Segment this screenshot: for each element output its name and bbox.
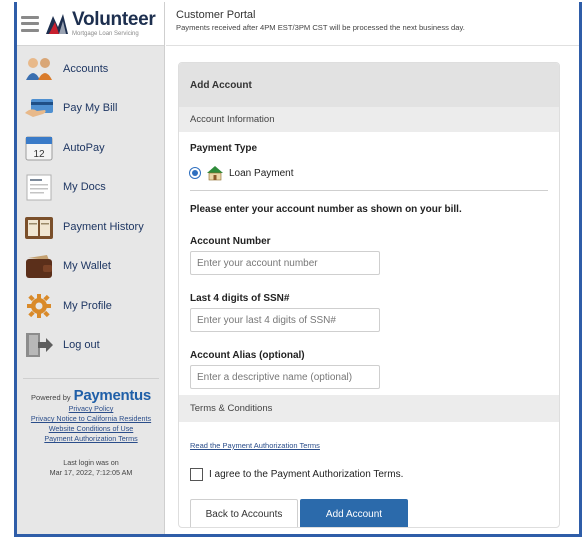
last-login: Last login was on Mar 17, 2022, 7:12:05 … [17,458,165,478]
loan-payment-label: Loan Payment [229,167,294,179]
sidebar-divider [23,378,159,379]
card-title: Add Account [179,63,559,107]
sidebar-item-label: AutoPay [63,141,105,154]
last-login-label: Last login was on [63,458,119,467]
sidebar-item-label: Payment History [63,220,144,233]
page-title: Customer Portal [176,9,256,21]
sidebar-item-label: My Profile [63,299,112,312]
home-icon [207,166,223,181]
account-number-input[interactable] [190,251,380,275]
website-conditions-link[interactable]: Website Conditions of Use [17,424,165,434]
documents-icon [26,174,52,201]
history-icon [25,216,53,239]
sidebar-item-autopay[interactable]: 12 AutoPay [17,128,164,168]
ssn-input[interactable] [190,308,380,332]
payment-terms-link[interactable]: Payment Authorization Terms [17,434,165,444]
add-account-button[interactable]: Add Account [300,499,408,527]
top-bar: Customer Portal Payments received after … [166,2,579,46]
california-privacy-link[interactable]: Privacy Notice to California Residents [17,414,165,424]
sidebar-footer: Powered by Paymentus Privacy Policy Priv… [17,378,165,478]
hamburger-menu-icon[interactable] [21,15,39,32]
sidebar: Volunteer Mortgage Loan Servicing Accoun… [17,2,165,534]
sidebar-item-label: My Wallet [63,260,111,273]
account-alias-input[interactable] [190,365,380,389]
calendar-icon: 12 [25,136,53,161]
sidebar-item-my-profile[interactable]: My Profile [17,286,164,326]
sidebar-item-label: Log out [63,339,100,352]
loan-payment-radio[interactable] [189,167,201,179]
sidebar-item-label: Accounts [63,62,109,75]
wallet-icon [26,255,52,279]
brand-header: Volunteer Mortgage Loan Servicing [17,2,164,46]
payment-notice: Payments received after 4PM EST/3PM CST … [176,23,465,32]
sidebar-item-label: My Docs [63,181,106,194]
ssn-label: Last 4 digits of SSN# [190,293,290,304]
read-terms-link[interactable]: Read the Payment Authorization Terms [190,441,320,450]
sidebar-item-payment-history[interactable]: Payment History [17,207,164,247]
payment-type-label: Payment Type [190,143,258,154]
agree-terms-label: I agree to the Payment Authorization Ter… [209,469,404,480]
powered-by-brand: Paymentus [73,387,152,404]
agree-terms-row[interactable]: I agree to the Payment Authorization Ter… [179,468,559,481]
payment-type-option[interactable]: Loan Payment [179,164,559,182]
logo-icon [46,13,68,34]
sidebar-item-pay-my-bill[interactable]: Pay My Bill [17,89,164,129]
pay-bill-icon [25,99,53,118]
sidebar-item-log-out[interactable]: Log out [17,326,164,366]
brand-name: Volunteer [72,9,156,30]
privacy-policy-link[interactable]: Privacy Policy [17,404,165,414]
last-login-value: Mar 17, 2022, 7:12:05 AM [49,468,133,477]
powered-by: Powered by Paymentus [17,387,165,404]
sidebar-item-accounts[interactable]: Accounts [17,49,164,89]
sidebar-item-my-docs[interactable]: My Docs [17,168,164,208]
add-account-card: Add Account Account Information Payment … [178,62,560,528]
accounts-icon [26,57,52,80]
gear-icon [27,293,51,318]
account-number-label: Account Number [190,236,271,247]
sidebar-item-my-wallet[interactable]: My Wallet [17,247,164,287]
account-alias-label: Account Alias (optional) [190,350,305,361]
payment-type-divider [190,190,548,191]
account-information-header: Account Information [179,107,559,132]
svg-text:12: 12 [33,149,45,160]
terms-header: Terms & Conditions [179,395,559,422]
sidebar-item-label: Pay My Bill [63,102,118,115]
form-actions: Back to Accounts Add Account [179,499,559,527]
agree-terms-checkbox[interactable] [190,468,203,481]
brand-tagline: Mortgage Loan Servicing [72,31,139,37]
powered-by-label: Powered by [31,393,71,402]
instruction-text: Please enter your account number as show… [190,204,462,215]
logout-icon [26,333,53,358]
back-to-accounts-button[interactable]: Back to Accounts [190,499,298,527]
